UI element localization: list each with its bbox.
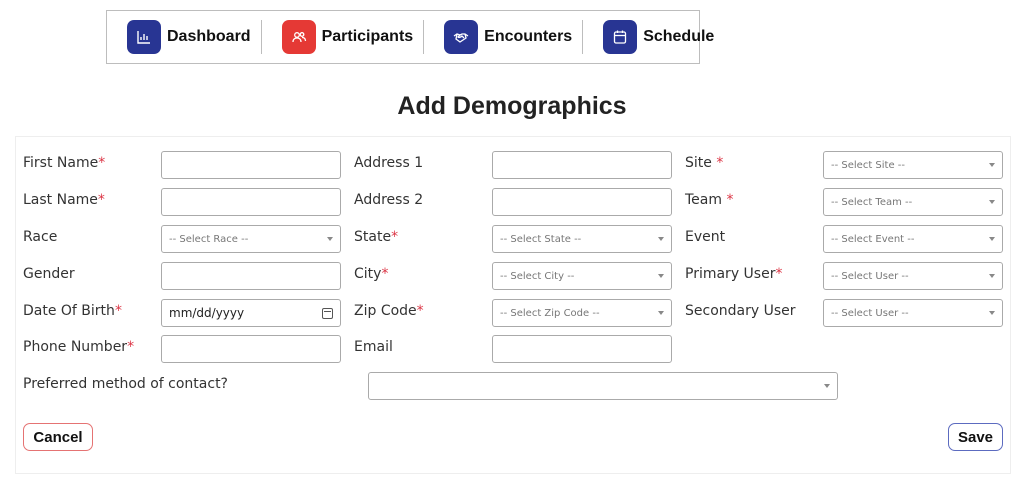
phone-label: Phone Number* <box>23 339 135 355</box>
secondary-user-select[interactable]: -- Select User -- <box>823 299 1003 327</box>
nav-dashboard[interactable]: Dashboard <box>107 20 261 54</box>
chevron-down-icon <box>327 237 333 241</box>
page-title: Add Demographics <box>397 92 627 120</box>
primary-user-label: Primary User* <box>685 266 783 282</box>
zip-label: Zip Code* <box>354 303 424 319</box>
chevron-down-icon <box>989 274 995 278</box>
address2-input[interactable] <box>492 188 672 216</box>
chevron-down-icon <box>989 237 995 241</box>
event-select[interactable]: -- Select Event -- <box>823 225 1003 253</box>
cancel-button[interactable]: Cancel <box>23 423 93 451</box>
calendar-icon[interactable] <box>322 307 333 319</box>
save-button[interactable]: Save <box>948 423 1003 451</box>
chevron-down-icon <box>658 274 664 278</box>
address1-input[interactable] <box>492 151 672 179</box>
race-label: Race <box>23 229 58 245</box>
address2-label: Address 2 <box>354 192 424 208</box>
event-label: Event <box>685 229 726 245</box>
bar-chart-icon <box>127 20 161 54</box>
secondary-user-label: Secondary User <box>685 303 796 319</box>
dob-input[interactable]: mm/dd/yyyy <box>161 299 341 327</box>
chevron-down-icon <box>989 163 995 167</box>
city-label: City* <box>354 266 389 282</box>
email-input[interactable] <box>492 335 672 363</box>
state-select[interactable]: -- Select State -- <box>492 225 672 253</box>
chevron-down-icon <box>989 311 995 315</box>
nav-participants[interactable]: Participants <box>260 20 424 54</box>
last-name-label: Last Name* <box>23 192 105 208</box>
calendar-icon <box>603 20 638 54</box>
chevron-down-icon <box>824 384 830 388</box>
team-label: Team * <box>685 192 734 208</box>
site-select[interactable]: -- Select Site -- <box>823 151 1003 179</box>
contact-method-select[interactable] <box>368 372 838 400</box>
phone-input[interactable] <box>161 335 341 363</box>
city-select[interactable]: -- Select City -- <box>492 262 672 290</box>
chevron-down-icon <box>658 237 664 241</box>
team-select[interactable]: -- Select Team -- <box>823 188 1003 216</box>
nav-participants-label: Participants <box>321 28 414 45</box>
contact-method-label: Preferred method of contact? <box>23 376 228 392</box>
site-label: Site * <box>685 155 724 171</box>
top-nav: Dashboard Participants Encounters Schedu… <box>106 10 714 64</box>
chevron-down-icon <box>989 200 995 204</box>
nav-schedule-label: Schedule <box>643 28 715 45</box>
race-select[interactable]: -- Select Race -- <box>161 225 341 253</box>
zip-select[interactable]: -- Select Zip Code -- <box>492 299 672 327</box>
nav-dashboard-label: Dashboard <box>167 28 251 45</box>
primary-user-select[interactable]: -- Select User -- <box>823 262 1003 290</box>
dob-label: Date Of Birth* <box>23 303 122 319</box>
nav-encounters-label: Encounters <box>484 28 573 45</box>
gender-input[interactable] <box>161 262 341 290</box>
handshake-icon <box>444 20 479 54</box>
gender-label: Gender <box>23 266 75 282</box>
state-label: State* <box>354 229 399 245</box>
nav-encounters[interactable]: Encounters <box>423 20 582 54</box>
last-name-input[interactable] <box>161 188 341 216</box>
users-icon <box>281 20 316 54</box>
nav-schedule[interactable]: Schedule <box>582 20 724 54</box>
address1-label: Address 1 <box>354 155 424 171</box>
email-label: Email <box>354 339 393 355</box>
first-name-input[interactable] <box>161 151 341 179</box>
chevron-down-icon <box>658 311 664 315</box>
first-name-label: First Name* <box>23 155 106 171</box>
